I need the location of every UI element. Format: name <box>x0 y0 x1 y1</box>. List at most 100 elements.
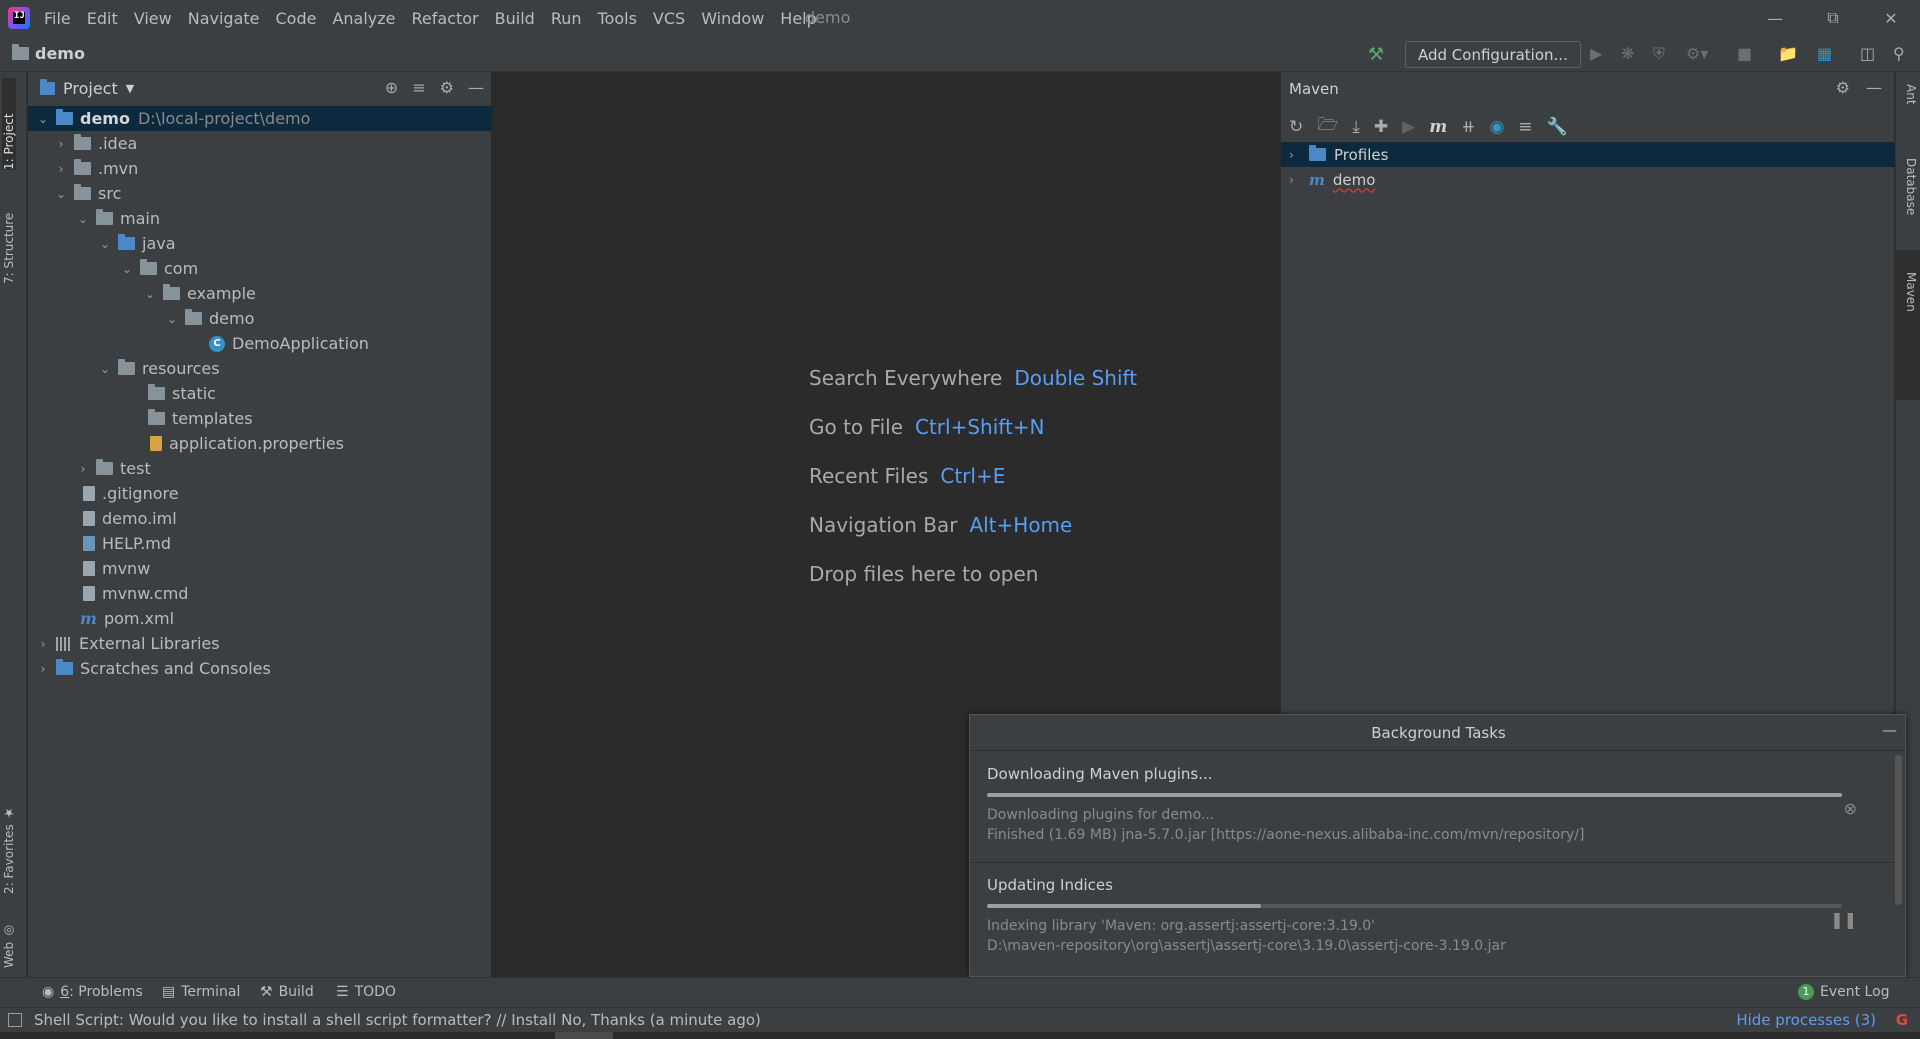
chevron-down-icon[interactable]: ⌄ <box>76 212 90 226</box>
maven-item-profiles[interactable]: › Profiles <box>1281 142 1895 167</box>
chevron-right-icon[interactable]: › <box>36 637 50 651</box>
chevron-down-icon[interactable]: ⌄ <box>143 287 157 301</box>
execute-goal-icon[interactable]: m <box>1429 117 1447 137</box>
menu-navigate[interactable]: Navigate <box>188 9 260 28</box>
build-hammer-icon[interactable]: ⚒ <box>1368 44 1384 65</box>
tree-item-demo-package[interactable]: ⌄ demo <box>28 306 492 331</box>
tree-item-mvnw[interactable]: mvnw <box>28 556 492 581</box>
chevron-right-icon[interactable]: › <box>54 137 68 151</box>
search-icon[interactable]: ⚲ <box>1893 44 1905 63</box>
tab-favorites[interactable]: 2: Favorites ★ <box>2 794 16 894</box>
download-icon[interactable]: ⤓ <box>1352 117 1360 137</box>
tree-item-scratches[interactable]: › Scratches and Consoles <box>28 656 492 681</box>
menu-tools[interactable]: Tools <box>598 9 637 28</box>
chevron-right-icon[interactable]: › <box>36 662 50 676</box>
gear-icon[interactable]: ⚙ <box>440 78 454 97</box>
minimize-icon[interactable]: — <box>1882 721 1897 739</box>
tree-item-pom-xml[interactable]: m pom.xml <box>28 606 492 631</box>
tree-item-java[interactable]: ⌄ java <box>28 231 492 256</box>
reload-icon[interactable]: ↻ <box>1289 117 1303 137</box>
menu-code[interactable]: Code <box>276 9 317 28</box>
menu-view[interactable]: View <box>134 9 172 28</box>
add-icon[interactable]: ✚ <box>1374 117 1388 137</box>
tab-terminal[interactable]: ▤ Terminal <box>162 984 240 1000</box>
run-icon[interactable]: ▶ <box>1402 117 1415 137</box>
skip-tests-icon[interactable]: ◉ <box>1489 117 1504 137</box>
menu-file[interactable]: File <box>44 9 71 28</box>
hide-icon[interactable]: — <box>1866 78 1882 97</box>
hide-processes-link[interactable]: Hide processes (3) <box>1736 1011 1876 1029</box>
tree-item-demoapplication[interactable]: C DemoApplication <box>28 331 492 356</box>
presentation-icon[interactable]: ◫ <box>1860 44 1875 63</box>
menu-vcs[interactable]: VCS <box>653 9 685 28</box>
chevron-right-icon[interactable]: › <box>1289 148 1303 162</box>
tree-item-external-libraries[interactable]: › External Libraries <box>28 631 492 656</box>
hide-icon[interactable]: — <box>468 78 484 97</box>
chevron-right-icon[interactable]: › <box>54 162 68 176</box>
chevron-down-icon[interactable]: ⌄ <box>98 237 112 251</box>
chevron-down-icon[interactable]: ⌄ <box>36 112 50 126</box>
tree-item-demo-iml[interactable]: demo.iml <box>28 506 492 531</box>
tab-problems[interactable]: ◉ 6: Problems <box>42 984 143 1000</box>
tree-item-resources[interactable]: ⌄ resources <box>28 356 492 381</box>
tree-item-mvnw-cmd[interactable]: mvnw.cmd <box>28 581 492 606</box>
tree-item-com[interactable]: ⌄ com <box>28 256 492 281</box>
pause-icon[interactable]: ❚❚ <box>1830 910 1857 929</box>
tree-item-application-properties[interactable]: application.properties <box>28 431 492 456</box>
tab-todo[interactable]: ☰ TODO <box>336 984 396 1000</box>
stop-icon[interactable]: ■ <box>1737 44 1752 63</box>
debug-icon[interactable]: ❋ <box>1621 44 1634 63</box>
add-configuration-button[interactable]: Add Configuration... <box>1405 41 1581 68</box>
locate-icon[interactable]: ⊕ <box>385 78 398 97</box>
status-message[interactable]: Shell Script: Would you like to install … <box>34 1011 761 1029</box>
tab-ant[interactable]: Ant <box>1904 84 1918 105</box>
tab-project[interactable]: 1: Project <box>2 78 16 170</box>
wrench-icon[interactable]: 🔧 <box>1547 117 1568 137</box>
collapse-all-icon[interactable]: ≡ <box>1518 117 1532 137</box>
translate-icon[interactable]: ▦ <box>1817 44 1832 63</box>
chevron-down-icon[interactable]: ⌄ <box>120 262 134 276</box>
menu-window[interactable]: Window <box>701 9 764 28</box>
collapse-all-icon[interactable]: ≡ <box>412 78 425 97</box>
project-structure-icon[interactable]: 📁 <box>1778 44 1798 63</box>
tree-item-templates[interactable]: templates <box>28 406 492 431</box>
tree-item-main[interactable]: ⌄ main <box>28 206 492 231</box>
tab-structure[interactable]: 7: Structure <box>2 188 16 284</box>
chevron-right-icon[interactable]: › <box>76 462 90 476</box>
breadcrumb-project[interactable]: demo <box>35 44 85 63</box>
chevron-down-icon[interactable]: ⌄ <box>54 187 68 201</box>
restore-icon[interactable]: ⧉ <box>1804 0 1862 36</box>
cancel-icon[interactable]: ⊗ <box>1844 799 1857 818</box>
menu-analyze[interactable]: Analyze <box>332 9 395 28</box>
tree-item-demo-root[interactable]: ⌄ demo D:\local-project\demo <box>28 106 492 131</box>
tree-item-gitignore[interactable]: .gitignore <box>28 481 492 506</box>
run-icon[interactable]: ▶ <box>1590 44 1602 63</box>
scrollbar[interactable] <box>1895 755 1902 905</box>
tree-item-src[interactable]: ⌄ src <box>28 181 492 206</box>
tab-event-log[interactable]: 1 Event Log <box>1798 984 1890 1000</box>
profile-icon[interactable]: ⚙▾ <box>1686 44 1708 63</box>
menu-edit[interactable]: Edit <box>87 9 118 28</box>
chevron-down-icon[interactable]: ⌄ <box>98 362 112 376</box>
menu-build[interactable]: Build <box>495 9 535 28</box>
tab-database[interactable]: Database <box>1904 158 1918 215</box>
tab-maven[interactable]: Maven <box>1904 272 1918 312</box>
tree-item-idea[interactable]: › .idea <box>28 131 492 156</box>
close-icon[interactable]: ✕ <box>1862 0 1920 36</box>
menu-run[interactable]: Run <box>551 9 582 28</box>
toggle-offline-icon[interactable]: ⧺ <box>1461 117 1475 137</box>
toggle-tool-windows-icon[interactable] <box>8 1013 22 1027</box>
minimize-icon[interactable]: — <box>1746 0 1804 36</box>
generate-sources-icon[interactable]: 🗁 <box>1317 112 1338 141</box>
tree-item-test[interactable]: › test <box>28 456 492 481</box>
maven-item-demo[interactable]: › m demo <box>1281 167 1895 192</box>
tree-item-help-md[interactable]: HELP.md <box>28 531 492 556</box>
tree-item-mvn[interactable]: › .mvn <box>28 156 492 181</box>
breadcrumb[interactable]: demo <box>12 44 85 63</box>
tree-item-static[interactable]: static <box>28 381 492 406</box>
chevron-right-icon[interactable]: › <box>1289 173 1303 187</box>
tree-item-example[interactable]: ⌄ example <box>28 281 492 306</box>
tab-web[interactable]: Web ◎ <box>2 912 16 968</box>
gear-icon[interactable]: ⚙ <box>1836 78 1850 97</box>
menu-refactor[interactable]: Refactor <box>412 9 479 28</box>
